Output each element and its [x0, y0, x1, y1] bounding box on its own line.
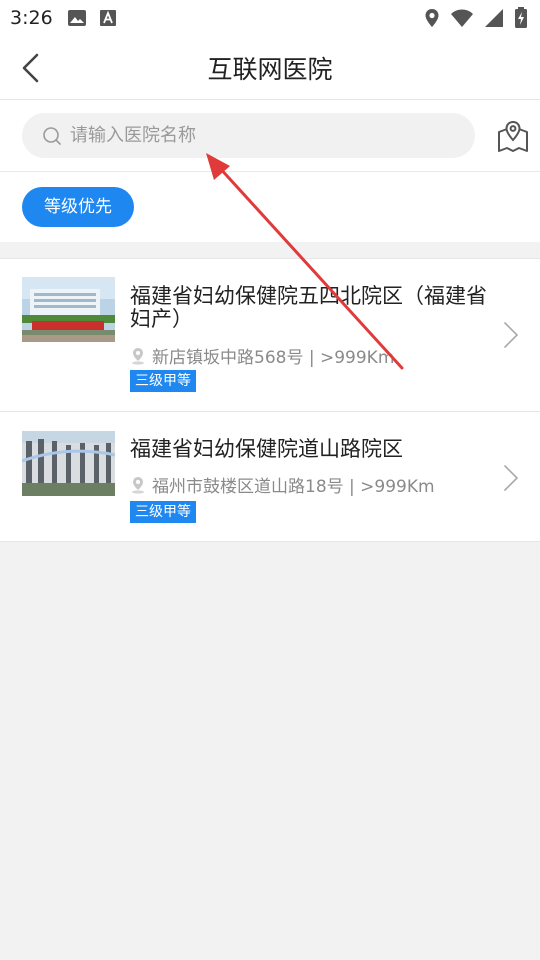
search-input[interactable]: [70, 125, 450, 146]
hospital-level-badge: 三级甲等: [130, 501, 196, 523]
status-time: 3:26: [10, 7, 53, 29]
battery-icon: [515, 7, 527, 28]
hospital-address-text: 新店镇坂中路568号 | >999Km: [152, 348, 395, 368]
signal-icon: [485, 9, 503, 27]
hospital-address-text: 福州市鼓楼区道山路18号 | >999Km: [152, 477, 435, 497]
pin-icon: [132, 347, 144, 365]
page-title: 互联网医院: [207, 55, 333, 84]
app-header: 互联网医院: [0, 36, 540, 100]
hospital-item[interactable]: 福建省妇幼保健院道山路院区 福州市鼓楼区道山路18号 | >999Km 三级甲等: [0, 412, 540, 542]
level-priority-chip[interactable]: 等级优先: [22, 187, 134, 227]
hospital-photo: [22, 277, 115, 342]
hospital-photo: [22, 431, 115, 496]
pin-icon: [132, 476, 144, 494]
image-icon: [67, 10, 86, 26]
hospital-address: 福州市鼓楼区道山路18号 | >999Km: [130, 472, 435, 497]
search-icon: [43, 126, 61, 145]
hospital-level-badge: 三级甲等: [130, 370, 196, 392]
location-icon: [425, 9, 439, 27]
chevron-right-icon: [504, 465, 519, 491]
chevron-right-icon: [504, 322, 519, 348]
hospital-item[interactable]: 福建省妇幼保健院五四北院区（福建省妇产） 新店镇坂中路568号 | >999Km…: [0, 259, 540, 412]
status-bar: 3:26: [0, 0, 540, 36]
wifi-icon: [451, 9, 473, 27]
accessibility-a-icon: [99, 10, 116, 26]
filter-section: 等级优先: [0, 172, 540, 242]
hospital-name: 福建省妇幼保健院五四北院区（福建省妇产）: [130, 284, 487, 331]
search-section: [0, 100, 540, 172]
map-location-icon[interactable]: [496, 120, 530, 154]
hospital-name: 福建省妇幼保健院道山路院区: [130, 437, 403, 461]
hospital-address: 新店镇坂中路568号 | >999Km: [130, 343, 394, 368]
search-box[interactable]: [22, 113, 475, 158]
hospital-list: 福建省妇幼保健院五四北院区（福建省妇产） 新店镇坂中路568号 | >999Km…: [0, 258, 540, 542]
